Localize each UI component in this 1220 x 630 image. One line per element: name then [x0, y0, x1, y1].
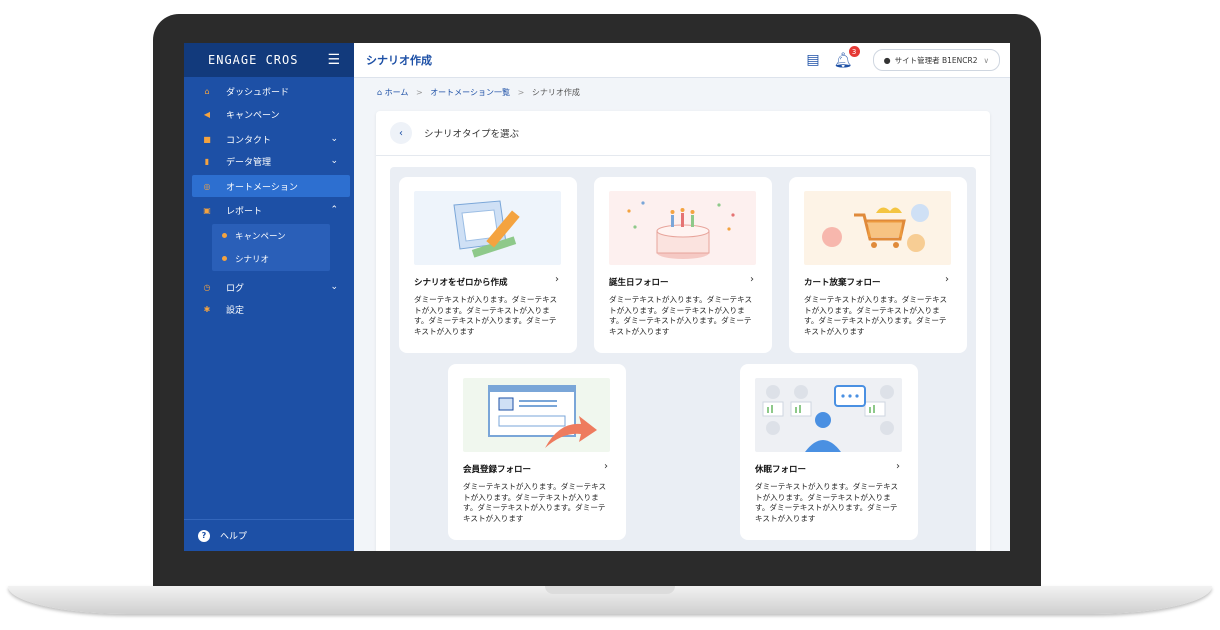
card-description: ダミーテキストが入ります。ダミーテキストが入ります。ダミーテキストが入ります。ダ… [414, 295, 558, 336]
sidebar-item-data[interactable]: ▮ データ管理 ⌄ [192, 150, 350, 172]
notification-badge: 3 [848, 46, 860, 57]
sidebar-item-log[interactable]: ◷ ログ ⌄ [192, 276, 350, 298]
submenu-item-scenario[interactable]: シナリオ [212, 247, 330, 270]
hamburger-menu-icon[interactable]: ☰ [327, 52, 340, 68]
user-icon: ● [883, 55, 891, 65]
top-header: シナリオ作成 ▤ 🔔︎ 3 ● サイト管理者 B1ENCR2 ∨ [354, 43, 1010, 78]
user-label: サイト管理者 B1ENCR2 [894, 55, 978, 65]
scenario-type-panel: ‹ シナリオタイプを選ぶ シナリオをゼロから作成 › ダミーテキストが入ります。… [376, 111, 990, 551]
breadcrumb-automation-list[interactable]: オートメーション一覧 [430, 88, 510, 97]
sidebar-item-dashboard[interactable]: ⌂ ダッシュボード [192, 80, 350, 102]
home-icon: ⌂ [204, 86, 210, 96]
card-description: ダミーテキストが入ります。ダミーテキストが入ります。ダミーテキストが入ります。ダ… [463, 482, 607, 523]
sidebar-item-label: オートメーション [226, 182, 298, 193]
bullet-icon [222, 256, 227, 261]
chevron-right-icon: › [604, 461, 608, 472]
breadcrumb: ⌂ ホーム > オートメーション一覧 > シナリオ作成 [377, 87, 580, 98]
report-icon: ▣ [203, 205, 211, 215]
card-title: 会員登録フォロー [463, 465, 532, 475]
submenu-item-campaign[interactable]: キャンペーン [212, 224, 330, 247]
scenario-card-birthday[interactable]: 誕生日フォロー › ダミーテキストが入ります。ダミーテキストが入ります。ダミーテ… [594, 177, 772, 353]
panel-title: シナリオタイプを選ぶ [424, 129, 520, 140]
header-actions: ▤ 🔔︎ 3 ● サイト管理者 B1ENCR2 ∨ [806, 46, 1000, 71]
card-description: ダミーテキストが入ります。ダミーテキストが入ります。ダミーテキストが入ります。ダ… [804, 295, 948, 336]
scenario-card-grid: シナリオをゼロから作成 › ダミーテキストが入ります。ダミーテキストが入ります。… [390, 167, 976, 551]
sidebar-item-label: 設定 [226, 305, 245, 316]
sidebar: ENGAGE CROS ☰ ⌂ ダッシュボード ◀ キャンペーン ■ コンタクト… [184, 43, 354, 551]
history-icon: ◷ [203, 282, 211, 292]
sidebar-item-campaign[interactable]: ◀ キャンペーン [192, 103, 350, 125]
card-description: ダミーテキストが入ります。ダミーテキストが入ります。ダミーテキストが入ります。ダ… [755, 482, 899, 523]
sidebar-item-label: ダッシュボード [226, 87, 290, 98]
scenario-card-dormant[interactable]: 休眠フォロー › ダミーテキストが入ります。ダミーテキストが入ります。ダミーテキ… [740, 364, 918, 540]
sidebar-item-label: コンタクト [226, 135, 272, 146]
report-submenu: キャンペーン シナリオ [212, 224, 330, 271]
card-title: シナリオをゼロから作成 [414, 278, 508, 288]
chevron-up-icon: ⌃ [330, 205, 338, 215]
registration-form-illustration [463, 378, 610, 452]
bell-icon[interactable]: 🔔︎ 3 [834, 46, 860, 69]
breadcrumb-separator: > [415, 88, 423, 97]
breadcrumb-home[interactable]: ⌂ ホーム [377, 88, 408, 97]
chevron-down-icon: ⌄ [330, 156, 338, 166]
chevron-down-icon: ⌄ [330, 282, 338, 292]
sidebar-item-label: キャンペーン [226, 110, 280, 121]
sidebar-item-label: レポート [226, 206, 263, 217]
help-link[interactable]: ? ヘルプ [184, 519, 354, 551]
scenario-card-from-scratch[interactable]: シナリオをゼロから作成 › ダミーテキストが入ります。ダミーテキストが入ります。… [399, 177, 577, 353]
chevron-down-icon: ⌄ [330, 134, 338, 144]
document-icon[interactable]: ▤ [806, 52, 819, 68]
sidebar-item-label: ログ [226, 283, 245, 294]
sidebar-item-contact[interactable]: ■ コンタクト ⌄ [192, 128, 350, 150]
submenu-item-label: キャンペーン [235, 231, 286, 242]
birthday-cake-illustration [609, 191, 756, 265]
card-description: ダミーテキストが入ります。ダミーテキストが入ります。ダミーテキストが入ります。ダ… [609, 295, 753, 336]
contact-card-icon: ■ [203, 134, 211, 144]
bar-chart-icon: ▮ [204, 156, 210, 166]
back-button[interactable]: ‹ [390, 122, 412, 144]
card-title: カート放棄フォロー [804, 278, 881, 288]
bullet-icon [222, 233, 227, 238]
automation-icon: ◎ [203, 181, 211, 191]
breadcrumb-home-label: ホーム [384, 88, 409, 97]
chevron-right-icon: › [555, 274, 559, 285]
chevron-down-icon: ∨ [983, 55, 990, 65]
user-menu[interactable]: ● サイト管理者 B1ENCR2 ∨ [872, 49, 1000, 71]
scenario-card-member-registration[interactable]: 会員登録フォロー › ダミーテキストが入ります。ダミーテキストが入ります。ダミー… [448, 364, 626, 540]
dormant-user-illustration [755, 378, 902, 452]
brand-bar: ENGAGE CROS ☰ [184, 43, 354, 77]
sidebar-item-label: データ管理 [226, 157, 272, 168]
app-screen: ENGAGE CROS ☰ ⌂ ダッシュボード ◀ キャンペーン ■ コンタクト… [184, 43, 1010, 551]
brand-logo: ENGAGE CROS [208, 53, 299, 67]
breadcrumb-current: シナリオ作成 [531, 88, 580, 97]
chevron-right-icon: › [945, 274, 949, 285]
help-label: ヘルプ [220, 532, 248, 542]
help-icon: ? [198, 529, 210, 542]
laptop-notch [545, 586, 675, 594]
page-title: シナリオ作成 [366, 54, 432, 67]
sidebar-item-report[interactable]: ▣ レポート ⌃ [192, 199, 350, 221]
megaphone-icon: ◀ [203, 109, 211, 119]
chevron-right-icon: › [750, 274, 754, 285]
chevron-right-icon: › [896, 461, 900, 472]
shopping-cart-illustration [804, 191, 951, 265]
gear-icon: ✱ [203, 304, 211, 314]
sidebar-item-automation[interactable]: ◎ オートメーション [192, 175, 350, 197]
card-title: 誕生日フォロー [609, 278, 669, 288]
panel-header: ‹ シナリオタイプを選ぶ [376, 111, 990, 156]
submenu-item-label: シナリオ [235, 254, 270, 265]
scenario-card-cart-abandon[interactable]: カート放棄フォロー › ダミーテキストが入ります。ダミーテキストが入ります。ダミ… [789, 177, 967, 353]
sidebar-item-settings[interactable]: ✱ 設定 [192, 298, 350, 320]
breadcrumb-separator: > [517, 88, 525, 97]
scratch-illustration [414, 191, 561, 265]
card-title: 休眠フォロー [755, 465, 807, 475]
